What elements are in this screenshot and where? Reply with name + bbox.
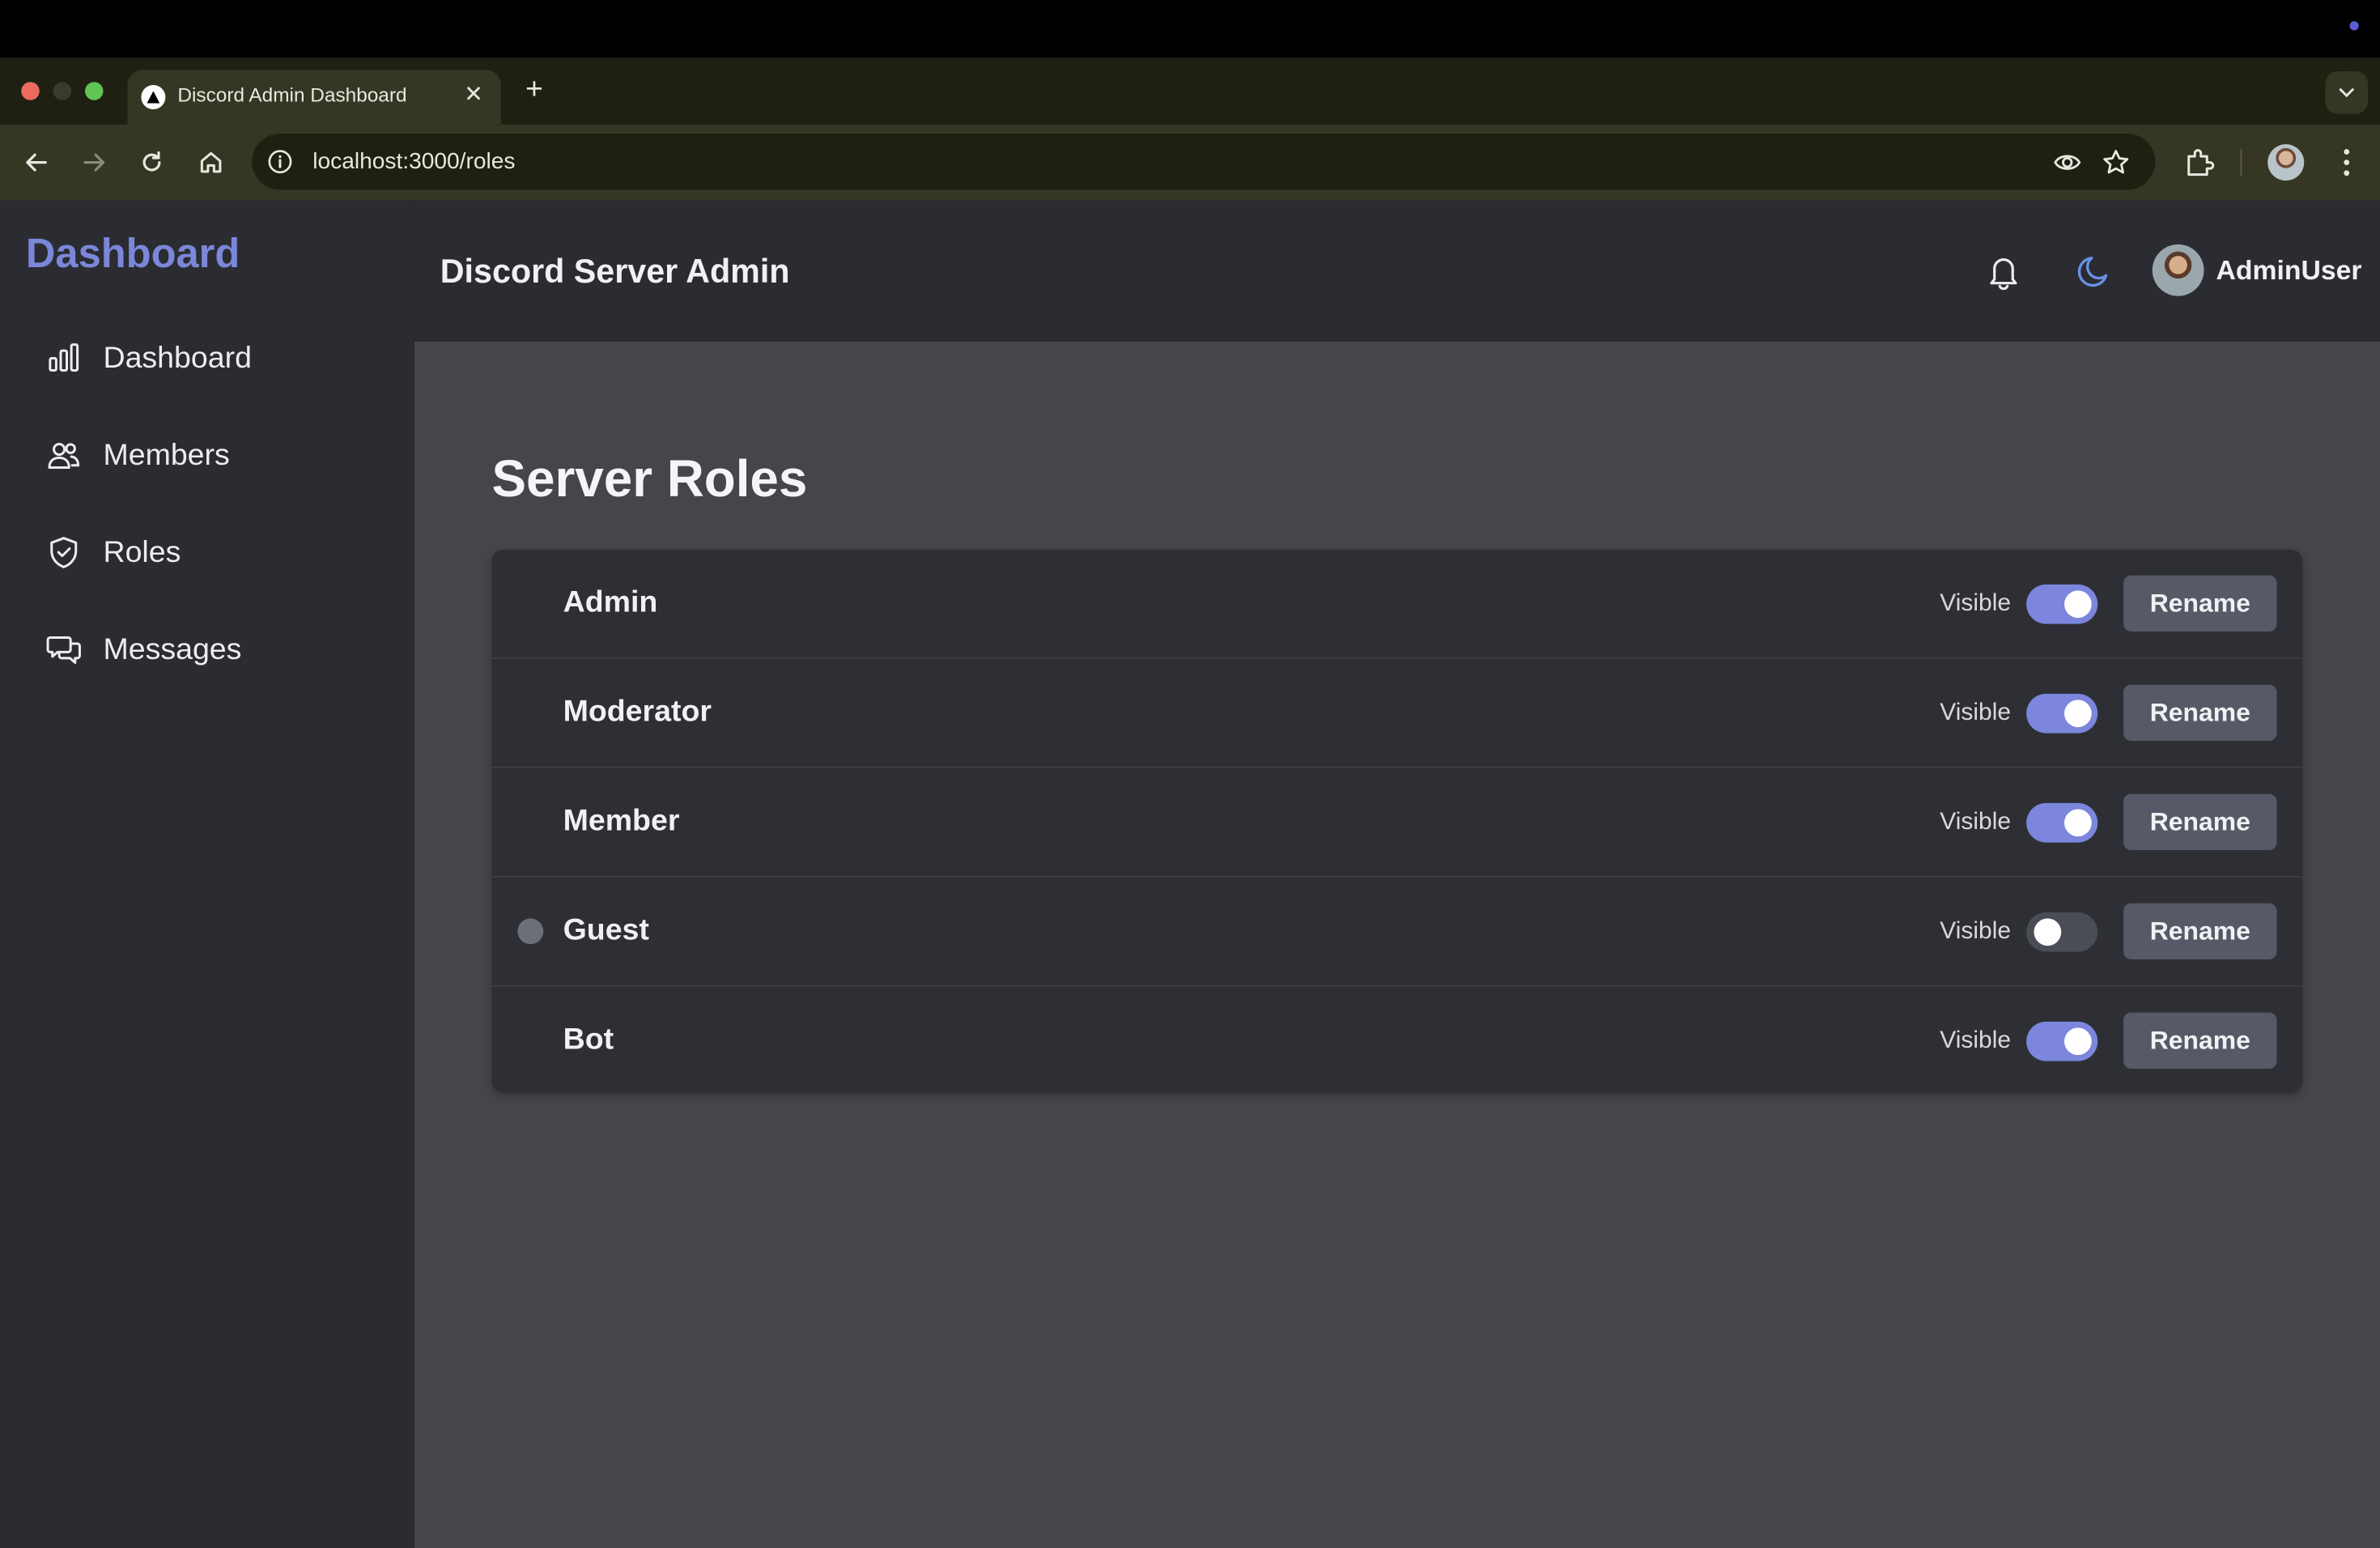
- tab-title: Discord Admin Dashboard: [177, 83, 407, 107]
- minimize-window-button[interactable]: [53, 82, 72, 100]
- sidebar-item-label: Messages: [103, 632, 242, 666]
- sidebar-item-label: Members: [103, 437, 230, 472]
- user-avatar[interactable]: [2152, 244, 2204, 296]
- browser-tab[interactable]: Discord Admin Dashboard ✕: [127, 70, 501, 125]
- sidebar-item-label: Roles: [103, 534, 181, 569]
- role-name: Guest: [563, 913, 649, 947]
- hidden-role-indicator: [517, 918, 544, 945]
- moon-icon[interactable]: [2075, 252, 2114, 291]
- role-name: Admin: [563, 585, 658, 619]
- system-top-bar: [0, 0, 2380, 58]
- reload-icon: [142, 151, 161, 172]
- sidebar: Dashboard Dashboard Members Roles Messag…: [0, 200, 414, 1548]
- visibility-toggle[interactable]: [2026, 912, 2098, 952]
- home-icon: [200, 151, 222, 173]
- roles-list: Admin Visible Rename Moderator Visible R…: [491, 549, 2303, 1093]
- role-row-admin: Admin Visible Rename: [491, 550, 2303, 659]
- visible-label: Visible: [1940, 1027, 2012, 1054]
- toggle-knob: [2064, 590, 2092, 619]
- toggle-knob: [2034, 918, 2062, 946]
- users-icon: [48, 442, 80, 469]
- forward-button[interactable]: [76, 144, 113, 181]
- role-row-guest: Guest Visible Rename: [491, 878, 2303, 987]
- reload-button[interactable]: [134, 144, 170, 181]
- rename-button[interactable]: Rename: [2123, 793, 2277, 850]
- bell-icon[interactable]: [1986, 252, 2022, 291]
- bar-chart-icon: [49, 343, 79, 372]
- sidebar-item-label: Dashboard: [103, 340, 252, 375]
- toggle-knob: [2064, 809, 2092, 837]
- browser-tab-strip: Discord Admin Dashboard ✕ +: [0, 57, 2380, 125]
- role-name: Bot: [563, 1023, 614, 1057]
- url-text[interactable]: localhost:3000/roles: [312, 149, 515, 175]
- visibility-toggle[interactable]: [2026, 693, 2098, 734]
- shield-check-icon: [50, 537, 78, 568]
- back-button[interactable]: [19, 144, 55, 181]
- tab-search-button[interactable]: [2325, 71, 2368, 114]
- address-bar[interactable]: localhost:3000/roles: [252, 134, 2156, 190]
- role-row-member: Member Visible Rename: [491, 768, 2303, 878]
- info-icon[interactable]: [267, 149, 293, 175]
- visible-label: Visible: [1940, 590, 2012, 617]
- visible-label: Visible: [1940, 809, 2012, 836]
- main-content: Server Roles Admin Visible Rename Modera…: [414, 341, 2380, 1548]
- browser-toolbar: localhost:3000/roles: [0, 124, 2380, 201]
- sidebar-item-messages[interactable]: Messages: [45, 619, 241, 680]
- profile-avatar[interactable]: [2267, 144, 2305, 181]
- sidebar-item-members[interactable]: Members: [45, 425, 230, 486]
- chevron-down-icon: [2339, 88, 2354, 98]
- eye-icon[interactable]: [2052, 147, 2083, 178]
- rename-button[interactable]: Rename: [2123, 903, 2277, 959]
- close-window-button[interactable]: [21, 82, 40, 100]
- visibility-toggle[interactable]: [2026, 1021, 2098, 1061]
- visible-label: Visible: [1940, 918, 2012, 945]
- star-icon[interactable]: [2101, 147, 2131, 178]
- maximize-window-button[interactable]: [85, 82, 104, 100]
- role-name: Moderator: [563, 695, 712, 729]
- username[interactable]: AdminUser: [2216, 255, 2362, 287]
- role-name: Member: [563, 804, 680, 838]
- page-title: Server Roles: [491, 450, 808, 509]
- rename-button[interactable]: Rename: [2123, 684, 2277, 741]
- rename-button[interactable]: Rename: [2123, 575, 2277, 632]
- toggle-knob: [2064, 700, 2092, 728]
- tab-close-icon[interactable]: ✕: [458, 79, 489, 110]
- role-row-moderator: Moderator Visible Rename: [491, 659, 2303, 768]
- sidebar-item-dashboard[interactable]: Dashboard: [45, 328, 252, 389]
- sidebar-item-roles[interactable]: Roles: [45, 522, 181, 583]
- arrow-left-icon: [26, 153, 47, 172]
- arrow-right-icon: [83, 153, 105, 172]
- extensions-puzzle-icon[interactable]: [2181, 144, 2217, 181]
- visible-label: Visible: [1940, 700, 2012, 726]
- app-header: Discord Server Admin AdminUser: [414, 200, 2380, 342]
- chat-bubbles-icon: [46, 636, 81, 664]
- rename-button[interactable]: Rename: [2123, 1012, 2277, 1069]
- brand-logo[interactable]: Dashboard: [26, 231, 240, 278]
- home-button[interactable]: [193, 144, 229, 181]
- role-row-bot: Bot Visible Rename: [492, 987, 2303, 1093]
- visibility-toggle[interactable]: [2026, 584, 2098, 624]
- triangle-favicon-icon: [141, 85, 166, 109]
- kebab-menu-icon[interactable]: [2328, 144, 2365, 181]
- toolbar-divider: [2240, 148, 2242, 176]
- status-dot: [2349, 21, 2359, 31]
- app-title: Discord Server Admin: [440, 252, 790, 291]
- visibility-toggle[interactable]: [2026, 802, 2098, 843]
- new-tab-button[interactable]: +: [517, 72, 550, 106]
- toggle-knob: [2064, 1027, 2092, 1056]
